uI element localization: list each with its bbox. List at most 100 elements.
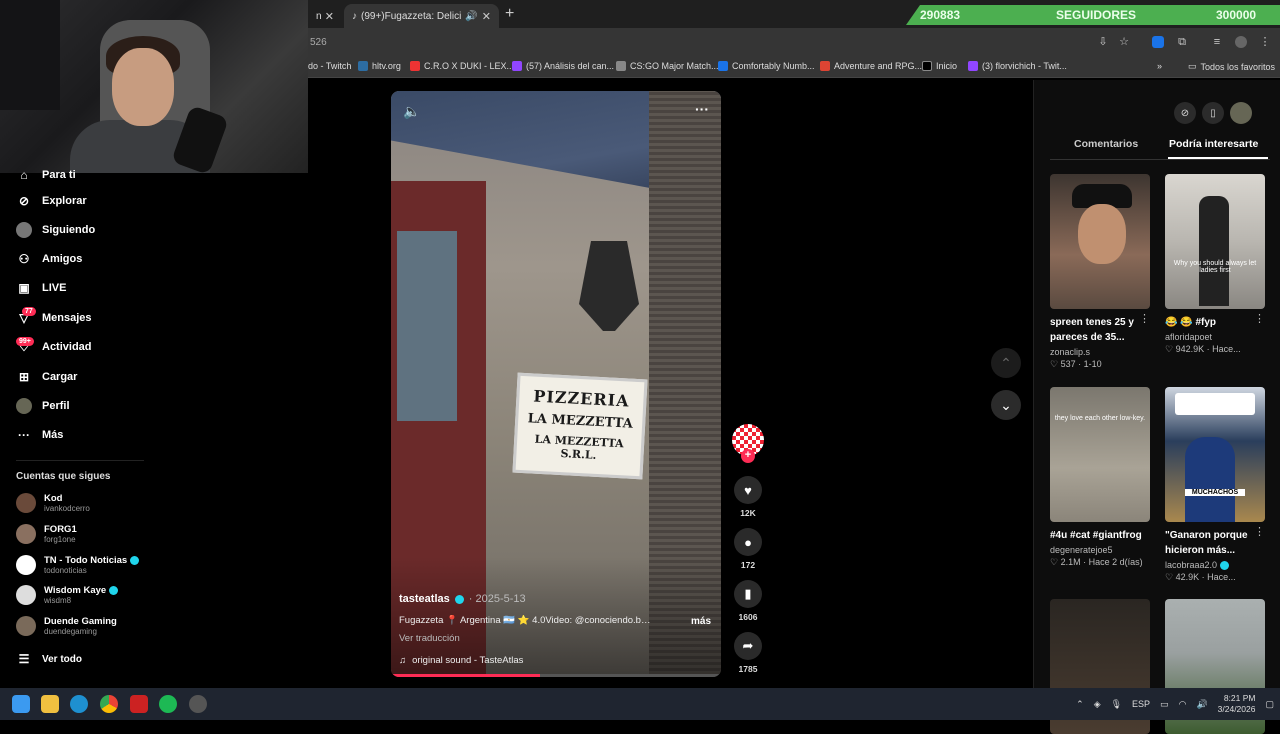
- install-icon[interactable]: ⇩: [1097, 36, 1109, 48]
- folder-icon: ▭: [1188, 61, 1197, 71]
- translate-link[interactable]: Ver traducción: [399, 633, 460, 644]
- url-text[interactable]: 526: [310, 37, 327, 48]
- nav-item-siguiendo[interactable]: Siguiendo: [16, 222, 95, 238]
- bookmark[interactable]: (3) florvichich - Twit...: [968, 61, 1067, 71]
- steam-icon[interactable]: [189, 695, 207, 713]
- app-icon[interactable]: [130, 695, 148, 713]
- chevron-up-icon[interactable]: ⌃: [1076, 699, 1084, 710]
- windows-taskbar: ⌃ ◈ 🎙 ESP ▭ ◠ 🔊 8:21 PM 3/24/2026 ▢: [0, 688, 1280, 720]
- star-icon[interactable]: ☆: [1118, 36, 1130, 48]
- video-thumbnail[interactable]: [1050, 174, 1150, 309]
- next-video-button[interactable]: ⌄: [991, 390, 1021, 420]
- card-user: lacobraaa2.0: [1165, 560, 1265, 570]
- close-icon[interactable]: ✕: [482, 10, 491, 23]
- nav-item-explorar[interactable]: ⊘ Explorar: [16, 193, 87, 209]
- profile-avatar-icon[interactable]: [1235, 36, 1247, 48]
- windows-start-icon[interactable]: [12, 695, 30, 713]
- video-thumbnail[interactable]: MUCHACHOS: [1165, 387, 1265, 522]
- bookmarks-overflow-icon[interactable]: »: [1157, 61, 1162, 71]
- bookmark-icon: ▮: [734, 580, 762, 608]
- recommended-video-card[interactable]: Why you should always let ladies first 😂…: [1165, 174, 1265, 355]
- tab-title: (99+)Fugazzeta: Delicia Arg: [361, 10, 461, 22]
- volume-icon[interactable]: 🔊: [1196, 699, 1207, 710]
- card-menu-icon[interactable]: ⋮: [1139, 312, 1150, 325]
- card-title: #4u #cat #giantfrog: [1050, 530, 1142, 541]
- recommended-video-card[interactable]: MUCHACHOS "Ganaron porque hicieron más..…: [1165, 387, 1265, 583]
- more-options-icon[interactable]: ···: [695, 101, 709, 117]
- nav-item-mas[interactable]: ··· Más: [16, 427, 63, 443]
- bookmark[interactable]: (57) Análisis del can...: [512, 61, 614, 71]
- card-menu-icon[interactable]: ⋮: [1254, 312, 1265, 325]
- share-button[interactable]: ➦ 1785: [730, 632, 766, 674]
- nav-item-cargar[interactable]: ⊞ Cargar: [16, 369, 78, 385]
- video-player[interactable]: PIZZERIA LA MEZZETTA LA MEZZETTA S.R.L. …: [391, 91, 721, 677]
- bookmark[interactable]: hltv.org: [358, 61, 401, 71]
- panel-toolbar: ⊘ ▯: [1174, 102, 1252, 124]
- card-user: afloridapoet: [1165, 332, 1213, 342]
- previous-video-button[interactable]: ⌃: [991, 348, 1021, 378]
- compass-icon: ⊘: [18, 194, 30, 208]
- video-author[interactable]: tasteatlas: [399, 593, 450, 605]
- see-all-link[interactable]: ☰ Ver todo: [16, 651, 82, 667]
- bookmark[interactable]: CS:GO Major Match...: [616, 61, 719, 71]
- nav-item-perfil[interactable]: Perfil: [16, 398, 70, 414]
- wifi-icon[interactable]: ◠: [1179, 699, 1187, 710]
- like-button[interactable]: ♥ 12K: [730, 476, 766, 518]
- speaker-icon[interactable]: 🔊: [465, 11, 477, 22]
- tab-podria-interesarte[interactable]: Podría interesarte: [1169, 138, 1258, 150]
- card-title: "Ganaron porque hicieron más...: [1165, 530, 1248, 556]
- language-indicator[interactable]: ESP: [1132, 699, 1150, 709]
- volume-icon[interactable]: 🔈: [403, 103, 420, 120]
- extension-icon[interactable]: [1152, 36, 1164, 48]
- mic-icon[interactable]: 🎙: [1111, 699, 1122, 710]
- close-icon[interactable]: ✕: [325, 10, 334, 23]
- notifications-icon[interactable]: ▢: [1265, 699, 1274, 710]
- recommended-video-card[interactable]: they love each other low-key. #4u #cat #…: [1050, 387, 1150, 568]
- video-caption: Fugazzeta 📍 Argentina 🇦🇷 ⭐ 4.0Video: @co…: [399, 615, 654, 626]
- avatar: [16, 493, 36, 513]
- followed-account[interactable]: TN - Todo Noticias todonoticias: [16, 555, 140, 575]
- avatar[interactable]: [1230, 102, 1252, 124]
- media-icon[interactable]: ≡: [1211, 36, 1223, 48]
- phone-icon[interactable]: ▯: [1202, 102, 1224, 124]
- edge-icon[interactable]: [70, 695, 88, 713]
- browser-tab[interactable]: n ✕: [308, 4, 342, 28]
- browser-tab-active[interactable]: ♪ (99+)Fugazzeta: Delicia Arg 🔊 ✕: [344, 4, 499, 28]
- avatar: [16, 585, 36, 605]
- followed-account[interactable]: FORG1 forg1one: [16, 524, 77, 544]
- comment-button[interactable]: ● 172: [730, 528, 766, 570]
- network-icon[interactable]: ◈: [1094, 699, 1101, 710]
- puzzle-icon[interactable]: ⧉: [1176, 36, 1188, 48]
- bookmark[interactable]: Comfortably Numb...: [718, 61, 815, 71]
- menu-dots-icon[interactable]: ⋮: [1259, 36, 1271, 48]
- nav-item-para-ti[interactable]: ⌂ Para ti: [16, 167, 75, 183]
- home-icon: ⌂: [20, 168, 28, 182]
- sound-link[interactable]: ♫ original sound - TasteAtlas: [399, 655, 523, 666]
- avatar: [16, 555, 36, 575]
- followed-account[interactable]: Wisdom Kaye wisdm8: [16, 585, 119, 605]
- bookmark[interactable]: C.R.O X DUKI - LEX...: [410, 61, 514, 71]
- tab-comentarios[interactable]: Comentarios: [1074, 138, 1138, 150]
- clock[interactable]: 8:21 PM 3/24/2026: [1218, 693, 1256, 715]
- bookmark[interactable]: Inicio: [922, 61, 957, 71]
- video-thumbnail[interactable]: Why you should always let ladies first: [1165, 174, 1265, 309]
- nav-item-amigos[interactable]: ⚇ Amigos: [16, 251, 83, 267]
- display-icon[interactable]: ▭: [1160, 699, 1169, 710]
- recommended-video-card[interactable]: spreen tenes 25 y pareces de 35... zonac…: [1050, 174, 1150, 370]
- video-thumbnail[interactable]: they love each other low-key.: [1050, 387, 1150, 522]
- followed-account[interactable]: Kod ivankodcerro: [16, 493, 90, 513]
- compass-icon[interactable]: ⊘: [1174, 102, 1196, 124]
- save-button[interactable]: ▮ 1606: [730, 580, 766, 622]
- card-menu-icon[interactable]: ⋮: [1254, 525, 1265, 538]
- new-tab-icon[interactable]: +: [505, 5, 514, 23]
- all-bookmarks[interactable]: ▭ Todos los favoritos: [1188, 61, 1275, 72]
- file-explorer-icon[interactable]: [41, 695, 59, 713]
- caption-more-button[interactable]: más: [691, 616, 711, 627]
- video-progress-bar[interactable]: [391, 674, 721, 677]
- bookmark[interactable]: do - Twitch: [308, 61, 351, 71]
- bookmark[interactable]: Adventure and RPG...: [820, 61, 922, 71]
- followed-account[interactable]: Duende Gaming duendegaming: [16, 616, 117, 636]
- spotify-icon[interactable]: [159, 695, 177, 713]
- chrome-icon[interactable]: [100, 695, 118, 713]
- nav-item-live[interactable]: ▣ LIVE: [16, 280, 66, 296]
